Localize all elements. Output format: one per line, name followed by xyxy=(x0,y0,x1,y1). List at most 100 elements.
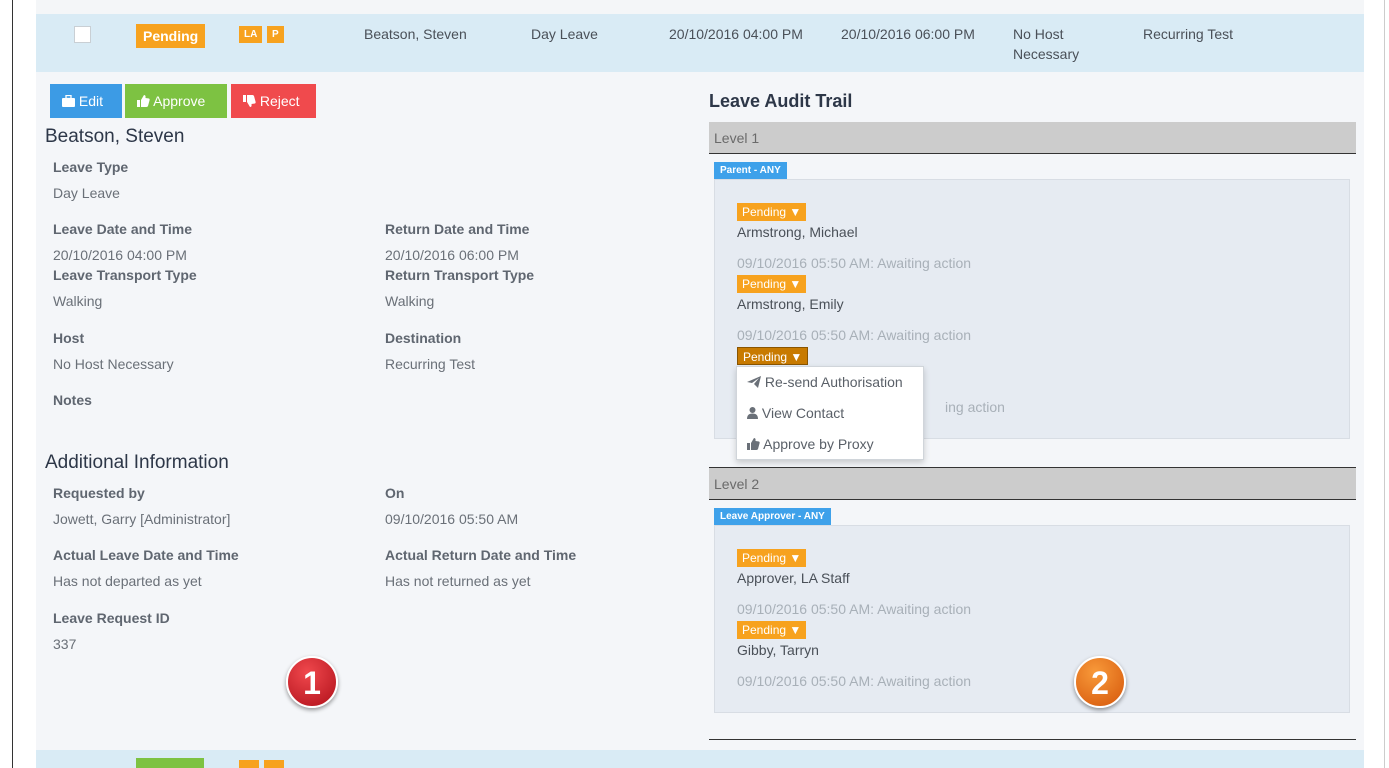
reject-button[interactable]: Reject xyxy=(231,84,316,118)
leave-date-label: Leave Date and Time xyxy=(53,221,193,237)
return-date-value: 20/10/2016 06:00 PM xyxy=(385,247,519,263)
row-leave-date: 20/10/2016 04:00 PM xyxy=(669,26,803,42)
menu-item-approve-by-proxy[interactable]: Approve by Proxy xyxy=(747,436,874,452)
menu-item-resend-authorisation[interactable]: Re-send Authorisation xyxy=(747,374,903,390)
approve-button[interactable]: Approve xyxy=(125,84,227,118)
leave-transport-value: Walking xyxy=(53,293,103,309)
approver-4-log: 09/10/2016 05:50 AM: Awaiting action xyxy=(737,601,972,617)
menu-item-view-contact[interactable]: View Contact xyxy=(747,405,844,421)
menu-item-label: Approve by Proxy xyxy=(763,436,874,452)
row-student: Beatson, Steven xyxy=(364,26,467,42)
approver-4-name: Approver, LA Staff xyxy=(737,570,850,586)
return-date-label: Return Date and Time xyxy=(385,221,530,237)
row-checkbox[interactable] xyxy=(74,26,91,43)
actual-return-value: Has not returned as yet xyxy=(385,573,531,589)
level-2-group-tag: Leave Approver - ANY xyxy=(714,508,831,525)
student-name-heading: Beatson, Steven xyxy=(45,126,185,147)
edit-button[interactable]: Edit xyxy=(50,84,122,118)
menu-item-label: Re-send Authorisation xyxy=(764,374,903,390)
host-value: No Host Necessary xyxy=(53,356,174,372)
approver-1-log: 09/10/2016 05:50 AM: Awaiting action xyxy=(737,255,972,271)
approver-1-status-dropdown[interactable]: Pending ▼ xyxy=(737,203,807,221)
approver-1-name: Armstrong, Michael xyxy=(737,224,858,240)
approver-2-log: 09/10/2016 05:50 AM: Awaiting action xyxy=(737,327,972,343)
leave-row-selected[interactable]: Pending LA P Beatson, Steven Day Leave 2… xyxy=(36,14,1364,72)
approver-2-status-dropdown[interactable]: Pending ▼ xyxy=(737,275,807,293)
leave-type-label: Leave Type xyxy=(53,159,129,175)
notes-label: Notes xyxy=(53,392,92,408)
actual-leave-value: Has not departed as yet xyxy=(53,573,202,589)
approver-5-status-dropdown[interactable]: Pending ▼ xyxy=(737,621,807,639)
requested-on-value: 09/10/2016 05:50 AM xyxy=(385,511,519,527)
return-transport-value: Walking xyxy=(385,293,435,309)
row-destination: Recurring Test xyxy=(1143,26,1234,42)
briefcase-icon xyxy=(62,95,75,107)
window-left-edge xyxy=(12,0,13,768)
requested-by-value: Jowett, Garry [Administrator] xyxy=(53,511,231,527)
caret-down-icon: ▼ xyxy=(789,205,802,219)
tag-p: P xyxy=(267,26,284,43)
level-2-approver-box: Pending ▼ Approver, LA Staff 09/10/2016 … xyxy=(714,525,1350,713)
callout-marker-2: 2 xyxy=(1074,656,1126,708)
approve-label: Approve xyxy=(153,93,206,109)
approver-3-status-dropdown[interactable]: Pending ▼ xyxy=(737,347,809,365)
next-leave-row-partial[interactable] xyxy=(36,750,1364,768)
level-1-header: Level 1 xyxy=(709,122,1356,154)
approver-5-status: Pending xyxy=(742,623,787,637)
next-row-status-badge xyxy=(136,758,204,768)
level-1-group-tag: Parent - ANY xyxy=(714,162,787,179)
tag-la: LA xyxy=(239,26,263,43)
approver-4-status: Pending xyxy=(742,551,787,565)
edit-label: Edit xyxy=(78,93,104,109)
requested-on-label: On xyxy=(385,485,405,501)
row-host-line1: No Host xyxy=(1013,26,1064,42)
host-label: Host xyxy=(53,330,85,346)
requested-by-label: Requested by xyxy=(53,485,145,501)
level-2-header: Level 2 xyxy=(709,468,1356,500)
approver-5-log: 09/10/2016 05:50 AM: Awaiting action xyxy=(737,673,972,689)
thumbs-up-icon xyxy=(137,95,150,107)
approver-1-status: Pending xyxy=(742,205,787,219)
audit-trail-bottom-rule xyxy=(709,739,1356,740)
approver-2-status: Pending xyxy=(742,277,787,291)
audit-trail-title: Leave Audit Trail xyxy=(709,91,853,111)
additional-info-heading: Additional Information xyxy=(45,452,229,473)
paper-plane-icon xyxy=(747,376,761,388)
approver-2-name: Armstrong, Emily xyxy=(737,296,844,312)
caret-down-icon: ▼ xyxy=(789,623,802,637)
leave-date-value: 20/10/2016 04:00 PM xyxy=(53,247,187,263)
actual-leave-label: Actual Leave Date and Time xyxy=(53,547,239,563)
caret-down-icon: ▼ xyxy=(790,350,803,364)
approver-3-log: ing action xyxy=(945,399,1005,415)
leave-request-id-value: 337 xyxy=(53,636,77,652)
menu-item-label: View Contact xyxy=(761,405,845,421)
row-host: No Host Necessary xyxy=(1013,24,1079,64)
approver-4-status-dropdown[interactable]: Pending ▼ xyxy=(737,549,807,567)
return-transport-label: Return Transport Type xyxy=(385,267,535,283)
approver-3-status: Pending xyxy=(743,350,788,364)
row-return-date: 20/10/2016 06:00 PM xyxy=(841,26,975,42)
leave-request-id-label: Leave Request ID xyxy=(53,610,170,626)
callout-marker-1: 1 xyxy=(286,656,338,708)
thumbs-up-icon xyxy=(747,438,760,450)
leave-detail-panel: Edit Approve Reject Beatson, Steven Leav… xyxy=(36,72,1364,750)
status-badge: Pending xyxy=(136,24,206,48)
row-leave-type: Day Leave xyxy=(531,26,598,42)
destination-label: Destination xyxy=(385,330,462,346)
thumbs-down-icon xyxy=(243,95,256,107)
next-row-tag xyxy=(239,760,259,768)
approver-action-menu: Re-send Authorisation View Contact Appro… xyxy=(736,366,924,460)
caret-down-icon: ▼ xyxy=(789,551,802,565)
previous-row-remnant xyxy=(36,0,1364,14)
approver-5-name: Gibby, Tarryn xyxy=(737,642,819,658)
reject-label: Reject xyxy=(259,93,300,109)
leave-transport-label: Leave Transport Type xyxy=(53,267,197,283)
next-row-tag xyxy=(264,760,284,768)
row-host-line2: Necessary xyxy=(1013,46,1080,62)
leave-type-value: Day Leave xyxy=(53,185,120,201)
window-right-edge xyxy=(1384,0,1385,768)
caret-down-icon: ▼ xyxy=(789,277,802,291)
user-icon xyxy=(747,407,758,419)
destination-value: Recurring Test xyxy=(385,356,476,372)
actual-return-label: Actual Return Date and Time xyxy=(385,547,577,563)
